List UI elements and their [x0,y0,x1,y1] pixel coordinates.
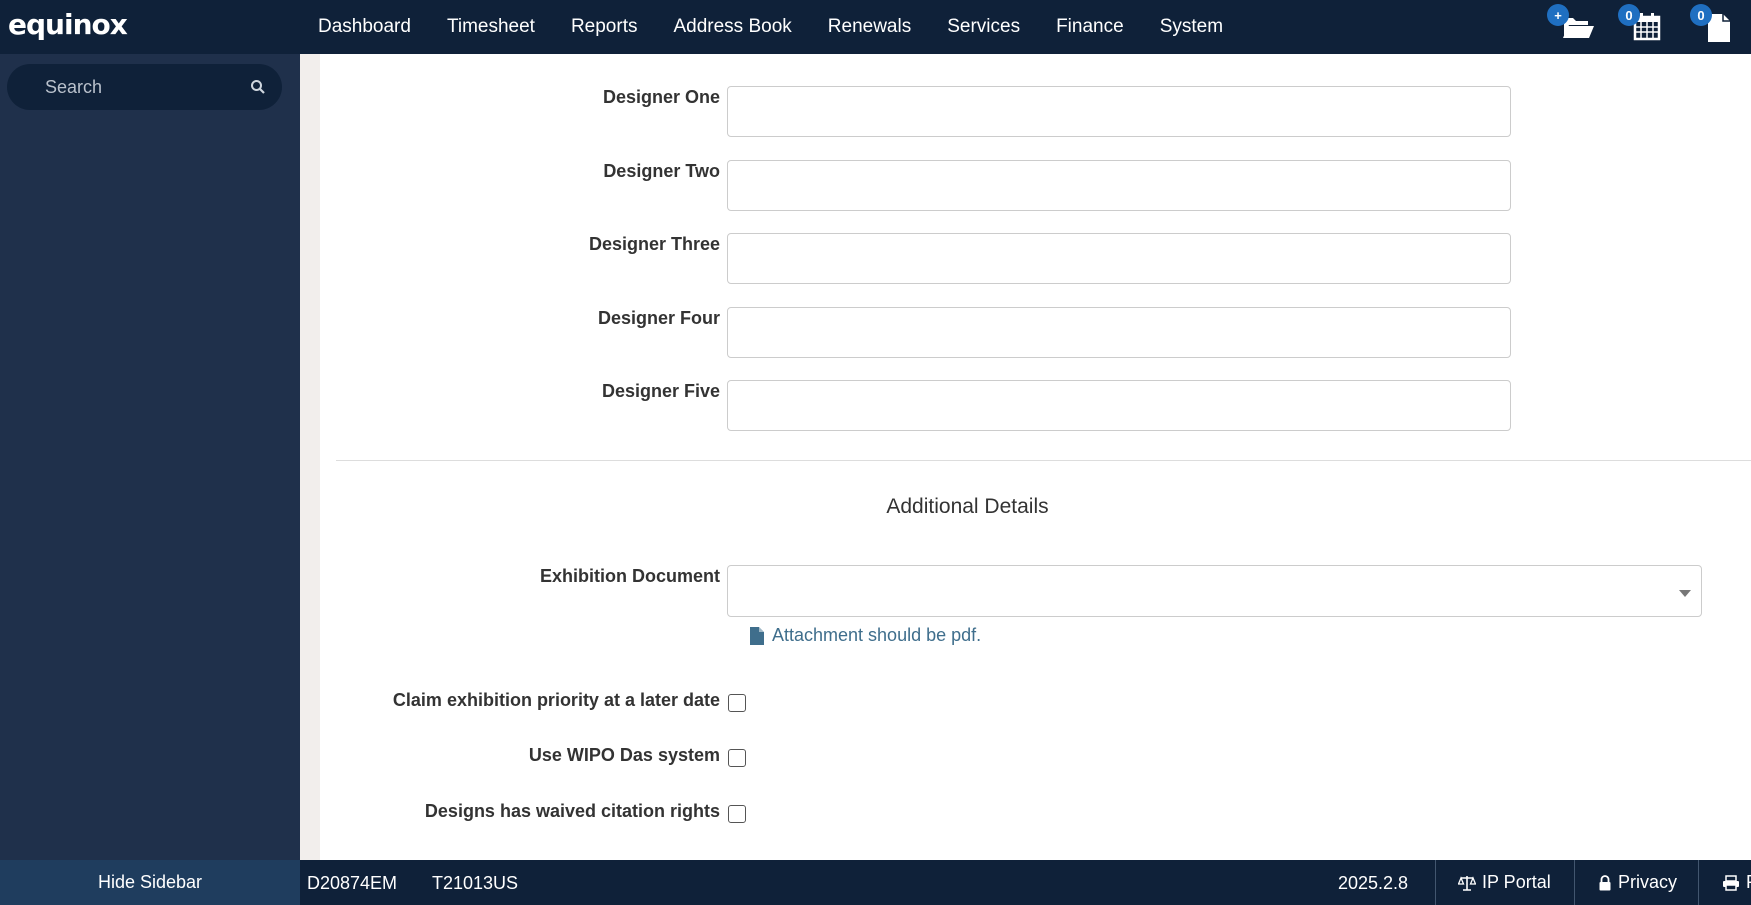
designer-four-input[interactable] [728,308,1510,357]
nav-renewals[interactable]: Renewals [828,16,911,38]
app-version: 2025.2.8 [1338,873,1408,894]
privacy-label: Privacy [1618,872,1677,893]
sidebar-search [7,64,282,110]
designer-two-field[interactable] [727,160,1511,211]
designer-three-label: Designer Three [320,234,720,255]
designer-five-field[interactable] [727,380,1511,431]
waived-citation-rights-label: Designs has waived citation rights [320,801,720,822]
designer-four-field[interactable] [727,307,1511,358]
footer-separator [1435,860,1436,905]
nav-finance[interactable]: Finance [1056,16,1124,38]
nav-timesheet[interactable]: Timesheet [447,16,535,38]
folder-open-icon[interactable]: + [1561,12,1593,42]
footer-separator [1574,860,1575,905]
document-icon[interactable]: 0 [1704,12,1736,42]
main-nav: Dashboard Timesheet Reports Address Book… [300,0,1241,54]
designer-two-input[interactable] [728,161,1510,210]
use-wipo-das-label: Use WIPO Das system [320,745,720,766]
nav-dashboard[interactable]: Dashboard [318,16,411,38]
designer-one-field[interactable] [727,86,1511,137]
content-edge [300,54,320,860]
ip-portal-label: IP Portal [1482,872,1551,893]
designer-four-label: Designer Four [320,308,720,329]
chevron-down-icon[interactable] [1679,590,1691,597]
designer-one-input[interactable] [728,87,1510,136]
nav-system[interactable]: System [1160,16,1223,38]
print-icon [1722,875,1740,891]
search-icon[interactable] [250,79,266,95]
designer-two-label: Designer Two [320,161,720,182]
calendar-badge: 0 [1618,4,1640,26]
designer-three-input[interactable] [728,234,1510,283]
sidebar [0,54,300,860]
designer-five-label: Designer Five [320,381,720,402]
scale-icon [1458,875,1476,891]
print-link[interactable]: P [1722,872,1751,893]
designer-five-input[interactable] [728,381,1510,430]
designer-one-label: Designer One [320,87,720,108]
designer-three-field[interactable] [727,233,1511,284]
document-badge: 0 [1690,4,1712,26]
calendar-icon[interactable]: 0 [1632,12,1664,42]
search-input[interactable] [45,64,245,110]
footer-separator [1698,860,1699,905]
additional-details-heading: Additional Details [720,495,1215,519]
lock-icon [1598,875,1612,891]
hide-sidebar-button[interactable]: Hide Sidebar [0,860,300,905]
folder-badge: + [1547,4,1569,26]
attachment-hint: Attachment should be pdf. [750,625,981,646]
claim-exhibition-priority-checkbox[interactable] [728,694,746,712]
main-content: Designer One Designer Two Designer Three… [320,54,1751,860]
nav-services[interactable]: Services [947,16,1020,38]
privacy-link[interactable]: Privacy [1598,872,1677,893]
use-wipo-das-checkbox[interactable] [728,749,746,767]
file-icon [750,627,764,645]
attachment-hint-text: Attachment should be pdf. [772,625,981,646]
top-navbar: equinox Dashboard Timesheet Reports Addr… [0,0,1751,54]
footer-bar: Hide Sidebar D20874EM T21013US 2025.2.8 … [0,860,1751,905]
claim-exhibition-priority-label: Claim exhibition priority at a later dat… [320,690,720,711]
exhibition-document-select[interactable] [727,565,1702,617]
nav-reports[interactable]: Reports [571,16,638,38]
print-label: P [1746,872,1751,893]
exhibition-document-label: Exhibition Document [320,566,720,587]
case-code-primary[interactable]: D20874EM [307,873,397,894]
ip-portal-link[interactable]: IP Portal [1458,872,1551,893]
section-divider [336,460,1751,461]
equinox-logo[interactable]: equinox [8,8,127,41]
nav-address-book[interactable]: Address Book [673,16,791,38]
case-code-secondary[interactable]: T21013US [432,873,518,894]
waived-citation-rights-checkbox[interactable] [728,805,746,823]
